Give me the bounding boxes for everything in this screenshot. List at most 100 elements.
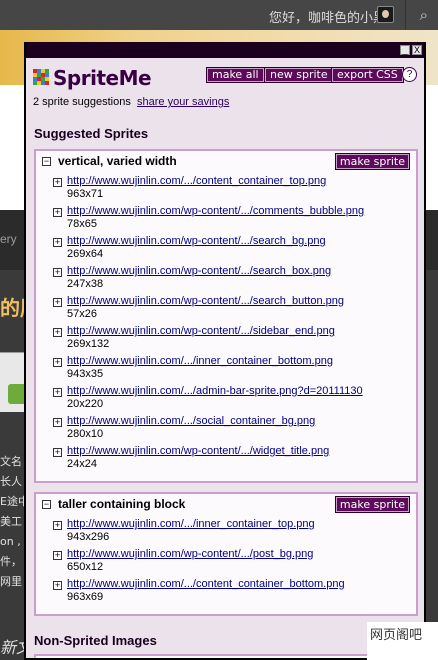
image-dimensions: 57x26 bbox=[67, 308, 97, 320]
panel-titlebar[interactable]: _ X bbox=[26, 42, 424, 58]
user-greeting[interactable]: 您好，咖啡色的小黑 bbox=[269, 7, 386, 26]
image-url-link[interactable]: http://www.wujinlin.com/.../social_conta… bbox=[67, 415, 315, 427]
expand-icon[interactable]: + bbox=[53, 358, 62, 367]
image-url-link[interactable]: http://www.wujinlin.com/wp-content/.../s… bbox=[67, 295, 344, 307]
post-line: 文名 bbox=[0, 455, 22, 468]
expand-icon[interactable]: + bbox=[53, 448, 62, 457]
post-line: 美工 bbox=[0, 515, 22, 528]
sprite-image-item: + http://www.wujinlin.com/.../admin-bar-… bbox=[36, 383, 416, 413]
non-sprited-images-list bbox=[34, 654, 418, 658]
sprite-image-item: + http://www.wujinlin.com/wp-content/...… bbox=[36, 443, 416, 473]
image-dimensions: 963x71 bbox=[67, 188, 104, 200]
image-dimensions: 269x64 bbox=[67, 248, 104, 260]
sprite-group: − vertical, varied width make sprite + h… bbox=[34, 149, 418, 483]
sprite-image-item: + http://www.wujinlin.com/wp-content/...… bbox=[36, 546, 416, 576]
make-sprite-button[interactable]: make sprite bbox=[334, 496, 410, 513]
post-line: E途中 bbox=[0, 495, 24, 508]
image-dimensions: 650x12 bbox=[67, 561, 104, 573]
expand-icon[interactable]: + bbox=[53, 208, 62, 217]
sprite-image-list: + http://www.wujinlin.com/.../inner_cont… bbox=[36, 516, 416, 606]
expand-icon[interactable]: + bbox=[53, 581, 62, 590]
image-url-link[interactable]: http://www.wujinlin.com/.../content_cont… bbox=[67, 175, 326, 187]
expand-icon[interactable]: + bbox=[53, 521, 62, 530]
expand-icon[interactable]: + bbox=[53, 178, 62, 187]
panel-header: SpriteMe make all new sprite export CSS … bbox=[26, 58, 424, 141]
sprite-image-item: + http://www.wujinlin.com/wp-content/...… bbox=[36, 203, 416, 233]
nav-item[interactable]: ery bbox=[0, 232, 17, 246]
search-icon[interactable]: ⌕ bbox=[420, 6, 428, 24]
admin-bar-divider bbox=[405, 0, 406, 30]
site-header-strip bbox=[0, 85, 24, 210]
image-url-link[interactable]: http://www.wujinlin.com/wp-content/.../s… bbox=[67, 265, 331, 277]
spriteme-logo-icon bbox=[33, 69, 49, 85]
image-url-link[interactable]: http://www.wujinlin.com/wp-content/.../c… bbox=[67, 205, 364, 217]
image-url-link[interactable]: http://www.wujinlin.com/wp-content/.../p… bbox=[67, 548, 313, 560]
sprite-group-header: − taller containing block make sprite bbox=[36, 494, 416, 516]
collapse-icon[interactable]: − bbox=[42, 157, 51, 166]
image-url-link[interactable]: http://www.wujinlin.com/wp-content/.../s… bbox=[67, 325, 335, 337]
help-icon[interactable]: ? bbox=[402, 67, 417, 82]
sprite-image-item: + http://www.wujinlin.com/.../content_co… bbox=[36, 173, 416, 203]
image-dimensions: 78x65 bbox=[67, 218, 97, 230]
image-dimensions: 943x35 bbox=[67, 368, 104, 380]
collapse-icon[interactable]: − bbox=[42, 500, 51, 509]
post-title[interactable]: 的朋 bbox=[0, 292, 24, 321]
image-dimensions: 24x24 bbox=[67, 458, 97, 470]
expand-icon[interactable]: + bbox=[53, 238, 62, 247]
image-url-link[interactable]: http://www.wujinlin.com/wp-content/.../s… bbox=[67, 235, 326, 247]
sprite-group-title: taller containing block bbox=[58, 497, 186, 511]
watermark: 网页阁吧 bbox=[367, 622, 438, 660]
sprite-image-item: + http://www.wujinlin.com/.../social_con… bbox=[36, 413, 416, 443]
post-line: 长人 bbox=[0, 475, 22, 488]
export-css-button[interactable]: export CSS bbox=[331, 67, 404, 83]
image-dimensions: 280x10 bbox=[67, 428, 104, 440]
image-url-link[interactable]: http://www.wujinlin.com/.../inner_contai… bbox=[67, 518, 315, 530]
sprite-group-title: vertical, varied width bbox=[58, 154, 177, 168]
new-sprite-button[interactable]: new sprite bbox=[264, 67, 334, 83]
sprite-image-item: + http://www.wujinlin.com/.../inner_cont… bbox=[36, 516, 416, 546]
post-line: on , bbox=[0, 535, 21, 548]
sprite-image-item: + http://www.wujinlin.com/wp-content/...… bbox=[36, 293, 416, 323]
image-url-link[interactable]: http://www.wujinlin.com/.../content_cont… bbox=[67, 578, 345, 590]
sprite-image-item: + http://www.wujinlin.com/wp-content/...… bbox=[36, 233, 416, 263]
expand-icon[interactable]: + bbox=[53, 268, 62, 277]
sprite-image-item: + http://www.wujinlin.com/.../inner_cont… bbox=[36, 353, 416, 383]
non-sprited-images-heading: Non-Sprited Images bbox=[34, 633, 157, 648]
admin-bar: 您好，咖啡色的小黑 ⌕ bbox=[0, 0, 438, 30]
make-all-button[interactable]: make all bbox=[206, 67, 265, 83]
sprite-group-header: − vertical, varied width make sprite bbox=[36, 151, 416, 173]
share-savings-link[interactable]: share your savings bbox=[137, 96, 229, 108]
brand-title: SpriteMe bbox=[53, 66, 152, 90]
sprite-group: − taller containing block make sprite + … bbox=[34, 492, 418, 616]
sprite-image-item: + http://www.wujinlin.com/wp-content/...… bbox=[36, 323, 416, 353]
post-title[interactable]: 新文 bbox=[0, 634, 24, 658]
expand-icon[interactable]: + bbox=[53, 551, 62, 560]
sprite-image-list: + http://www.wujinlin.com/.../content_co… bbox=[36, 173, 416, 473]
expand-icon[interactable]: + bbox=[53, 388, 62, 397]
suggestions-count: 2 sprite suggestions bbox=[33, 96, 131, 108]
spriteme-panel: _ X SpriteMe make all new sprite export … bbox=[24, 42, 426, 660]
image-url-link[interactable]: http://www.wujinlin.com/.../inner_contai… bbox=[67, 355, 333, 367]
expand-icon[interactable]: + bbox=[53, 418, 62, 427]
expand-icon[interactable]: + bbox=[53, 298, 62, 307]
image-dimensions: 269x132 bbox=[67, 338, 110, 350]
site-search-button[interactable] bbox=[8, 384, 24, 404]
minimize-button[interactable]: _ bbox=[400, 45, 410, 55]
expand-icon[interactable]: + bbox=[53, 328, 62, 337]
post-line: 件， bbox=[0, 555, 22, 568]
close-button[interactable]: X bbox=[412, 45, 422, 55]
image-url-link[interactable]: http://www.wujinlin.com/wp-content/.../w… bbox=[67, 445, 329, 457]
suggested-sprites-heading: Suggested Sprites bbox=[34, 126, 149, 141]
post-line: 网里 bbox=[0, 575, 22, 588]
image-dimensions: 963x69 bbox=[67, 591, 104, 603]
image-url-link[interactable]: http://www.wujinlin.com/.../admin-bar-sp… bbox=[67, 385, 363, 397]
make-sprite-button[interactable]: make sprite bbox=[334, 153, 410, 170]
post-body-text: 文名 长人 E途中 美工 on , 件， 网里 bbox=[0, 452, 24, 592]
sprite-image-item: + http://www.wujinlin.com/wp-content/...… bbox=[36, 263, 416, 293]
sprite-image-item: + http://www.wujinlin.com/.../content_co… bbox=[36, 576, 416, 606]
site-nav: ery bbox=[0, 210, 24, 270]
image-dimensions: 20x220 bbox=[67, 398, 104, 410]
avatar[interactable] bbox=[377, 6, 394, 23]
image-dimensions: 247x38 bbox=[67, 278, 104, 290]
image-dimensions: 943x296 bbox=[67, 531, 110, 543]
